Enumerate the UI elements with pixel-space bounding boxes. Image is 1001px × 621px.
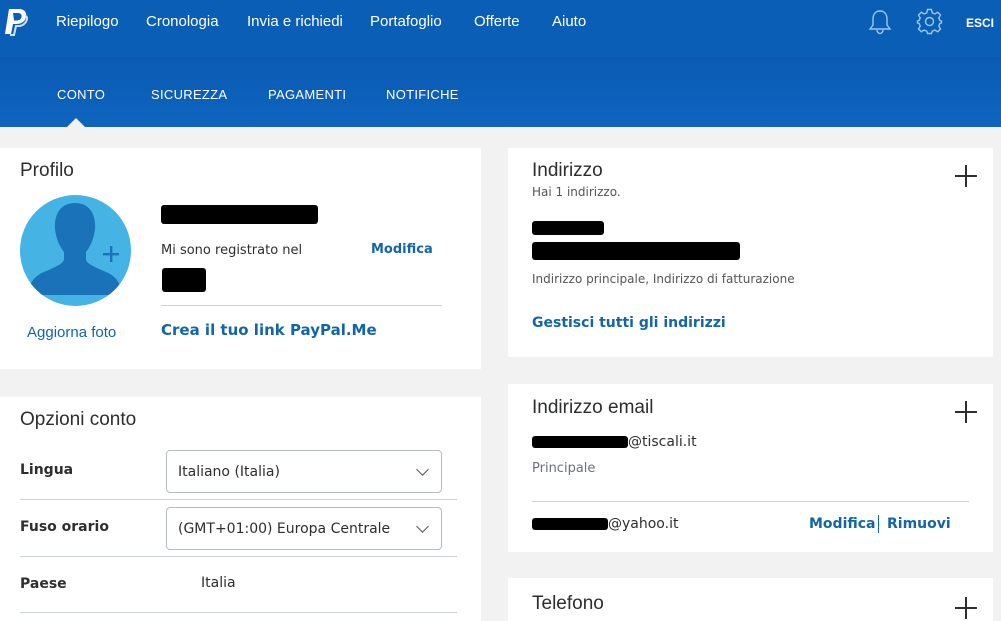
create-paypalme-link[interactable]: Crea il tuo link PayPal.Me (161, 321, 377, 339)
timezone-label: Fuso orario (20, 519, 109, 535)
timezone-select[interactable]: (GMT+01:00) Europa Centrale (166, 507, 442, 550)
redacted-registration-year (162, 268, 206, 292)
address-title: Indirizzo (532, 160, 603, 181)
settings-gear-icon[interactable] (916, 8, 943, 35)
active-tab-indicator (58, 118, 94, 136)
notification-bell-icon[interactable] (868, 9, 892, 35)
phone-title: Telefono (532, 593, 604, 614)
redacted-address-name (532, 221, 604, 235)
email-title: Indirizzo email (532, 397, 654, 418)
language-select[interactable]: Italiano (Italia) (166, 450, 442, 493)
address-count: Hai 1 indirizzo. (532, 185, 621, 199)
chevron-down-icon (416, 520, 429, 533)
secondary-email-domain: @yahoo.it (608, 516, 679, 532)
timezone-selected-value: (GMT+01:00) Europa Centrale (178, 521, 391, 537)
nav-invia-e-richiedi[interactable]: Invia e richiedi (247, 13, 343, 30)
account-options-title: Opzioni conto (20, 409, 137, 430)
nav-aiuto[interactable]: Aiuto (552, 13, 586, 30)
nav-offerte[interactable]: Offerte (474, 13, 520, 30)
logout-link[interactable]: ESCI (966, 16, 994, 30)
redacted-user-name (161, 205, 318, 224)
edit-email-link[interactable]: Modifica (809, 516, 876, 532)
add-email-plus-icon[interactable] (955, 401, 977, 423)
update-photo-link[interactable]: Aggiorna foto (27, 324, 116, 341)
account-settings-subnav: CONTO SICUREZZA PAGAMENTI NOTIFICHE (0, 58, 1001, 127)
options-divider-1 (20, 499, 457, 500)
country-value: Italia (201, 575, 236, 591)
profile-title: Profilo (20, 160, 74, 181)
link-separator (878, 515, 879, 533)
add-address-plus-icon[interactable] (955, 165, 977, 187)
nav-portafoglio[interactable]: Portafoglio (370, 13, 442, 30)
options-divider-3 (20, 612, 457, 613)
language-selected-value: Italiano (Italia) (178, 464, 280, 480)
redacted-address-line (532, 242, 740, 260)
top-navigation-bar: Riepilogo Cronologia Invia e richiedi Po… (0, 0, 1001, 58)
registered-since-label: Mi sono registrato nel (161, 243, 303, 258)
add-phone-plus-icon[interactable] (955, 597, 977, 619)
nav-cronologia[interactable]: Cronologia (146, 13, 219, 30)
options-divider-2 (20, 556, 457, 557)
primary-email-tag: Principale (532, 461, 596, 476)
tab-conto[interactable]: CONTO (57, 87, 105, 102)
profile-avatar[interactable] (20, 195, 131, 306)
redacted-primary-email-user (532, 436, 628, 448)
manage-addresses-link[interactable]: Gestisci tutti gli indirizzi (532, 315, 726, 331)
profile-divider (161, 305, 442, 306)
paypal-logo-icon[interactable] (2, 7, 30, 37)
add-photo-plus-icon[interactable] (101, 244, 121, 264)
tab-notifiche[interactable]: NOTIFICHE (386, 87, 459, 102)
nav-riepilogo[interactable]: Riepilogo (56, 13, 119, 30)
tab-sicurezza[interactable]: SICUREZZA (151, 87, 227, 102)
email-divider (532, 501, 969, 502)
country-label: Paese (20, 576, 67, 592)
language-label: Lingua (20, 462, 74, 478)
redacted-secondary-email-user (532, 518, 608, 530)
edit-profile-link[interactable]: Modifica (371, 242, 433, 257)
remove-email-link[interactable]: Rimuovi (887, 516, 951, 532)
chevron-down-icon (416, 463, 429, 476)
primary-email-domain: @tiscali.it (628, 434, 697, 450)
address-tags: Indirizzo principale, Indirizzo di fattu… (532, 272, 795, 286)
tab-pagamenti[interactable]: PAGAMENTI (268, 87, 346, 102)
